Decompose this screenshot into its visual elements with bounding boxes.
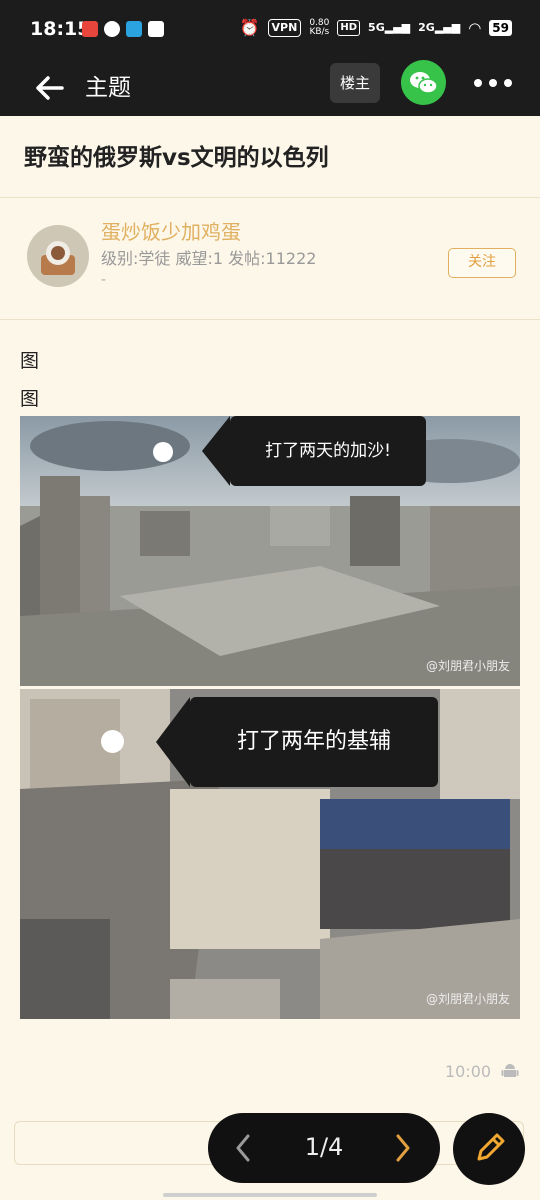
- image-watermark: @刘朋君小朋友: [425, 992, 510, 1006]
- post-image-kyiv[interactable]: 打了两年的基辅 @刘朋君小朋友: [20, 689, 520, 1019]
- author-meta: 级别:学徒 威望:1 发帖:11222: [101, 249, 317, 268]
- alarm-icon: ⏰: [239, 18, 260, 37]
- vpn-badge: VPN: [267, 18, 302, 37]
- author-block: 蛋炒饭少加鸡蛋 级别:学徒 威望:1 发帖:11222 - 关注: [0, 198, 540, 320]
- more-dots-icon[interactable]: [470, 68, 516, 98]
- hd-badge: HD: [337, 19, 361, 36]
- follow-button[interactable]: 关注: [448, 248, 516, 278]
- chevron-right-icon[interactable]: [388, 1128, 418, 1168]
- louzhu-button[interactable]: 楼主: [330, 63, 380, 103]
- image-caption: 打了两年的基辅: [190, 697, 438, 787]
- app-header: 主题 楼主: [0, 60, 540, 116]
- image-watermark: @刘朋君小朋友: [425, 659, 510, 673]
- battery-indicator: 59: [489, 19, 512, 36]
- status-right: ⏰ VPN 0.80 KB/s HD 5G▂▄▆ 2G▂▄▆ ◠ 59: [240, 18, 512, 37]
- wechat-icon[interactable]: [401, 60, 446, 105]
- notification-icons: [82, 21, 164, 37]
- post-title-block: 野蛮的俄罗斯vs文明的以色列: [0, 116, 540, 198]
- page-title: 主题: [85, 75, 131, 101]
- home-indicator: [163, 1193, 377, 1197]
- page-navigator: 1/4: [208, 1113, 440, 1183]
- wifi-icon: ◠: [468, 18, 482, 37]
- telegram-icon: [126, 21, 142, 37]
- post-title: 野蛮的俄罗斯vs文明的以色列: [24, 145, 329, 171]
- cat-icon: [148, 21, 164, 37]
- author-signature: -: [101, 272, 107, 288]
- image-caption: 打了两天的加沙!: [230, 416, 426, 486]
- pencil-icon[interactable]: [453, 1113, 525, 1185]
- body-text-line: 图: [20, 388, 40, 410]
- body-text-line: 图: [20, 350, 40, 372]
- app-notification-icon: [82, 21, 98, 37]
- bilibili-icon: [104, 21, 120, 37]
- post-image-gaza[interactable]: 打了两天的加沙! @刘朋君小朋友: [20, 416, 520, 686]
- network-speed: 0.80 KB/s: [309, 17, 330, 37]
- caption-dot: [101, 730, 124, 753]
- signal-2g: 2G▂▄▆: [418, 21, 461, 34]
- signal-5g: 5G▂▄▆: [368, 21, 411, 34]
- back-arrow-icon[interactable]: [30, 68, 70, 108]
- avatar[interactable]: [27, 225, 89, 287]
- post-time: 10:00: [445, 1062, 492, 1081]
- author-name[interactable]: 蛋炒饭少加鸡蛋: [101, 216, 241, 245]
- caption-dot: [153, 442, 173, 462]
- caption-pointer: [156, 697, 190, 787]
- caption-pointer: [202, 416, 230, 486]
- status-bar: 18:15 ⏰ VPN 0.80 KB/s HD 5G▂▄▆ 2G▂▄▆ ◠ 59: [0, 0, 540, 60]
- android-icon: [500, 1062, 520, 1082]
